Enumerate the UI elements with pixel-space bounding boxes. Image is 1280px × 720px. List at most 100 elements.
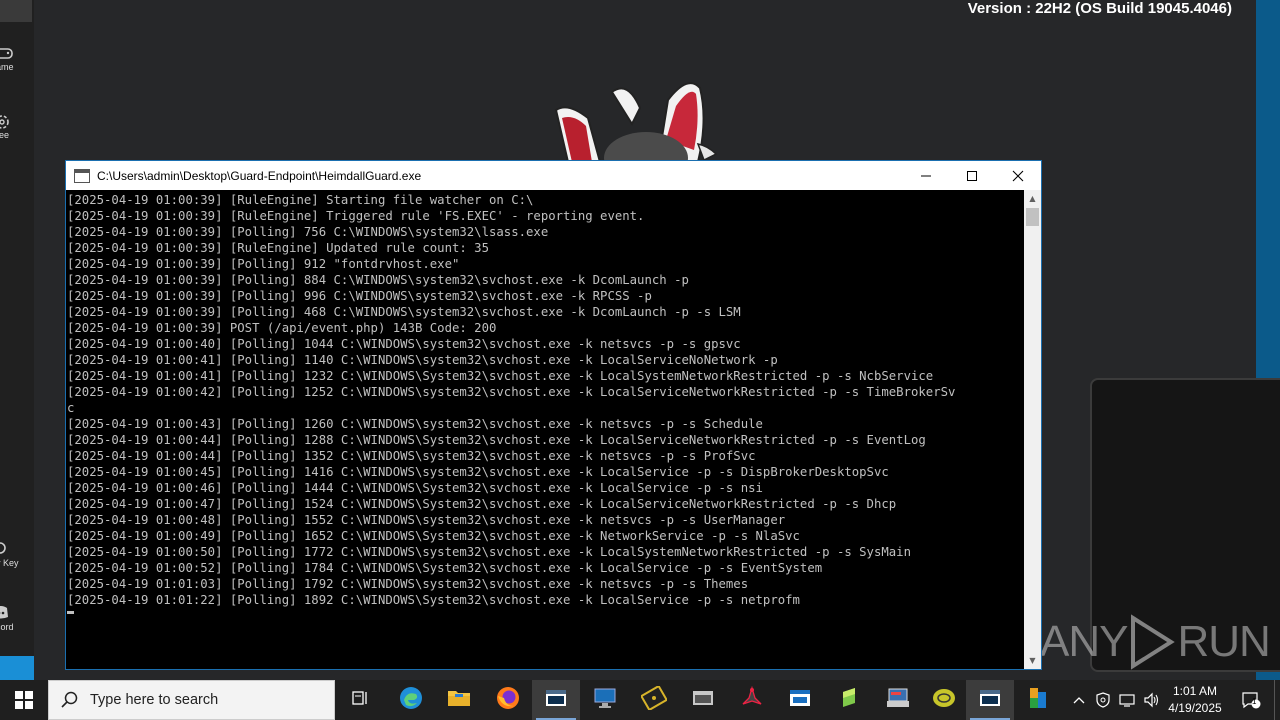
console-titlebar[interactable]: C:\Users\admin\Desktop\Guard-Endpoint\He… bbox=[66, 161, 1041, 190]
taskbar-app-acrobat[interactable] bbox=[728, 680, 776, 720]
show-hidden-icons-button[interactable] bbox=[1068, 680, 1090, 720]
taskbar-app-edge[interactable] bbox=[387, 680, 435, 720]
console-line: [2025-04-19 01:00:45] [Polling] 1416 C:\… bbox=[67, 465, 889, 479]
console-line: [2025-04-19 01:00:42] [Polling] 1252 C:\… bbox=[67, 385, 956, 399]
scroll-down-arrow-icon[interactable]: ▼ bbox=[1024, 652, 1041, 669]
console-line: [2025-04-19 01:00:39] [RuleEngine] Updat… bbox=[67, 241, 489, 255]
taskbar-app-window-app[interactable] bbox=[776, 680, 824, 720]
close-button[interactable] bbox=[995, 161, 1041, 190]
defender-tray-button[interactable] bbox=[1092, 680, 1114, 720]
chevron-up-icon bbox=[1073, 697, 1085, 704]
watermark-text-right: RUN bbox=[1177, 617, 1270, 666]
green-leaf-icon bbox=[838, 686, 860, 714]
taskbar-app-file-explorer[interactable] bbox=[435, 680, 483, 720]
console-line: [2025-04-19 01:00:41] [Polling] 1140 C:\… bbox=[67, 353, 778, 367]
left-app-panel: ame ree y Key cord bbox=[0, 0, 34, 680]
mascot-image bbox=[554, 82, 718, 162]
remote-desktop-icon bbox=[593, 687, 617, 713]
window-controls bbox=[903, 161, 1041, 190]
taskbar-app-circuit-board[interactable] bbox=[630, 680, 678, 720]
search-icon bbox=[61, 691, 78, 708]
coin-icon bbox=[932, 686, 956, 714]
taskbar-app-green-leaf[interactable] bbox=[825, 680, 873, 720]
circuit-board-icon bbox=[639, 684, 669, 714]
taskbar-app-tray-app[interactable] bbox=[874, 680, 922, 720]
taskbar-app-firefox[interactable] bbox=[484, 680, 532, 720]
taskbar-app-office[interactable] bbox=[1015, 680, 1061, 720]
vertical-scrollbar[interactable]: ▲ ▼ bbox=[1024, 190, 1041, 669]
tray-app-icon bbox=[886, 687, 910, 713]
notification-count: 1 bbox=[1252, 697, 1257, 706]
console-line: [2025-04-19 01:00:49] [Polling] 1652 C:\… bbox=[67, 529, 800, 543]
taskbar-search-box[interactable] bbox=[48, 680, 335, 720]
console-line: [2025-04-19 01:00:39] [Polling] 912 "fon… bbox=[67, 257, 460, 271]
key-icon bbox=[0, 540, 14, 558]
start-button[interactable] bbox=[0, 680, 48, 720]
left-item-label: ame bbox=[0, 62, 14, 72]
taskbar: 1:01 AM 4/19/2025 1 bbox=[0, 680, 1280, 720]
taskbar-app-coin[interactable] bbox=[920, 680, 968, 720]
action-center-button[interactable]: 1 bbox=[1234, 680, 1268, 720]
active-console-icon bbox=[979, 689, 1001, 711]
console-line: [2025-04-19 01:00:39] [RuleEngine] Trigg… bbox=[67, 209, 645, 223]
taskbar-app-remote-desktop[interactable] bbox=[581, 680, 629, 720]
taskbar-app-active-console[interactable] bbox=[966, 680, 1014, 720]
anyrun-watermark: ANY RUN bbox=[1040, 612, 1271, 672]
window-title: C:\Users\admin\Desktop\Guard-Endpoint\He… bbox=[97, 168, 422, 183]
terminal-window-icon bbox=[691, 688, 715, 712]
network-icon bbox=[1119, 694, 1135, 707]
clock-date: 4/19/2025 bbox=[1168, 701, 1222, 715]
gamepad-icon bbox=[0, 44, 14, 62]
show-desktop-button[interactable] bbox=[1274, 680, 1280, 720]
console-line: [2025-04-19 01:01:03] [Polling] 1792 C:\… bbox=[67, 577, 749, 591]
console-line: [2025-04-19 01:00:39] POST (/api/event.p… bbox=[67, 321, 497, 335]
maximize-button[interactable] bbox=[949, 161, 995, 190]
console-cursor bbox=[67, 611, 74, 614]
minimize-button[interactable] bbox=[903, 161, 949, 190]
left-item-key[interactable]: y Key bbox=[0, 540, 34, 568]
console-window[interactable]: C:\Users\admin\Desktop\Guard-Endpoint\He… bbox=[65, 160, 1042, 670]
left-item-free[interactable]: ree bbox=[0, 112, 34, 140]
left-item-label: y Key bbox=[0, 558, 19, 568]
left-panel-accent bbox=[0, 656, 34, 680]
left-item-label: ree bbox=[0, 130, 10, 140]
play-icon bbox=[1131, 614, 1176, 670]
console-line: [2025-04-19 01:00:39] [Polling] 996 C:\W… bbox=[67, 289, 652, 303]
console-line: [2025-04-19 01:00:43] [Polling] 1260 C:\… bbox=[67, 417, 763, 431]
minimize-icon bbox=[921, 175, 931, 176]
scroll-thumb[interactable] bbox=[1026, 208, 1039, 226]
volume-tray-button[interactable] bbox=[1140, 680, 1162, 720]
console-line: [2025-04-19 01:00:44] [Polling] 1288 C:\… bbox=[67, 433, 926, 447]
office-icon bbox=[1027, 686, 1049, 714]
taskbar-app-console-app[interactable] bbox=[532, 680, 580, 720]
console-line: c bbox=[67, 401, 75, 415]
console-line: [2025-04-19 01:00:46] [Polling] 1444 C:\… bbox=[67, 481, 763, 495]
close-icon bbox=[1012, 170, 1024, 181]
watermark-text-left: ANY bbox=[1040, 617, 1128, 666]
left-item-game[interactable]: ame bbox=[0, 44, 34, 72]
acrobat-icon bbox=[741, 685, 763, 714]
console-line: [2025-04-19 01:01:22] [Polling] 1892 C:\… bbox=[67, 593, 800, 607]
speaker-icon bbox=[1144, 692, 1159, 708]
taskbar-app-task-view[interactable] bbox=[336, 680, 384, 720]
taskbar-clock[interactable]: 1:01 AM 4/19/2025 bbox=[1160, 680, 1230, 720]
console-line: [2025-04-19 01:00:41] [Polling] 1232 C:\… bbox=[67, 369, 934, 383]
network-tray-button[interactable] bbox=[1116, 680, 1138, 720]
console-app-icon bbox=[545, 689, 567, 711]
console-output[interactable]: [2025-04-19 01:00:39] [RuleEngine] Start… bbox=[66, 190, 1026, 669]
scroll-up-arrow-icon[interactable]: ▲ bbox=[1024, 190, 1041, 207]
taskbar-app-terminal-window[interactable] bbox=[679, 680, 727, 720]
os-version-text: Version : 22H2 (OS Build 19045.4046) bbox=[967, 0, 1232, 17]
console-line: [2025-04-19 01:00:39] [Polling] 884 C:\W… bbox=[67, 273, 689, 287]
console-line: [2025-04-19 01:00:39] [Polling] 468 C:\W… bbox=[67, 305, 741, 319]
search-input[interactable] bbox=[88, 691, 322, 709]
shield-icon bbox=[1096, 692, 1110, 708]
console-app-icon bbox=[74, 168, 90, 183]
maximize-icon bbox=[967, 170, 977, 181]
edge-icon bbox=[399, 686, 423, 714]
gear-icon bbox=[0, 112, 14, 130]
console-line: [2025-04-19 01:00:48] [Polling] 1552 C:\… bbox=[67, 513, 786, 527]
left-item-discord[interactable]: cord bbox=[0, 604, 34, 632]
console-line: [2025-04-19 01:00:52] [Polling] 1784 C:\… bbox=[67, 561, 823, 575]
window-app-icon bbox=[789, 688, 811, 712]
